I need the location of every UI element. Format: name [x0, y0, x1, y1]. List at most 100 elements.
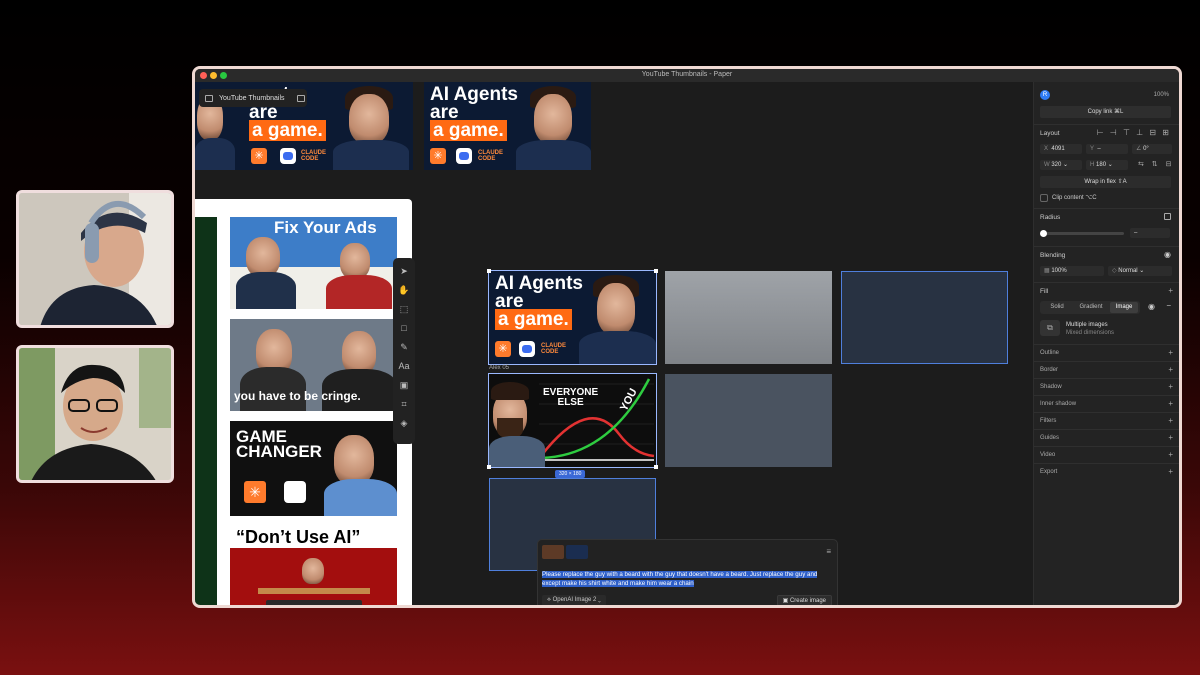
clip-content-label: Clip content ⌥C: [1052, 195, 1097, 201]
file-tab[interactable]: YouTube Thumbnails: [199, 89, 307, 107]
window-title: YouTube Thumbnails - Paper: [641, 71, 733, 78]
blend-mode-select[interactable]: ◇ Normal ⌄: [1108, 266, 1172, 276]
clip-content-checkbox[interactable]: [1040, 194, 1048, 202]
text-tool-icon[interactable]: Aa: [398, 360, 410, 372]
webcam-participant-2: [16, 345, 174, 483]
add-outline-icon[interactable]: +: [1168, 348, 1173, 357]
hand-tool-icon[interactable]: ✋: [398, 284, 410, 296]
image-placeholder-1[interactable]: [665, 271, 832, 364]
y-field[interactable]: Y –: [1086, 144, 1128, 154]
section-shadow[interactable]: Shadow: [1040, 384, 1173, 390]
frame-tool-icon[interactable]: ⬚: [398, 303, 410, 315]
selected-thumbnail-everyone-else[interactable]: EVERYONE ELSE YOU: [488, 373, 657, 468]
add-fill-icon[interactable]: +: [1168, 286, 1173, 295]
wrap-in-flex-button[interactable]: Wrap in flex ⇧A: [1040, 176, 1171, 188]
app-logo-icon: [280, 148, 296, 164]
x-field[interactable]: X 4091: [1040, 144, 1082, 154]
selected-thumbnail-ai-agents[interactable]: AI Agents are a game. ✳ CLAUDE CODE: [488, 270, 657, 365]
fill-type-tabs: Solid Gradient Image: [1040, 301, 1140, 314]
section-outline[interactable]: Outline: [1040, 350, 1173, 356]
claude-logo-icon: ✳: [430, 148, 446, 164]
crop-tool-icon[interactable]: ⌗: [398, 398, 410, 410]
app-logo-icon: [519, 341, 535, 357]
pen-tool-icon[interactable]: ✎: [398, 341, 410, 353]
tab-solid[interactable]: Solid: [1042, 302, 1072, 313]
width-field[interactable]: W 320 ⌄: [1040, 160, 1082, 170]
section-inner-shadow[interactable]: Inner shadow: [1040, 401, 1173, 407]
multiple-images-icon[interactable]: ⧉: [1040, 320, 1060, 336]
image-placeholder-2[interactable]: [665, 374, 832, 467]
properties-panel: R 100% Copy link ⌘L Layout ⊢ ⊣ ⊤ ⊥ ⊟ ⊞ X…: [1033, 82, 1179, 605]
thumbnail-board[interactable]: Fix Your Ads you have to be cringe. GAME…: [195, 199, 412, 605]
thumbnail-dont-use-ai[interactable]: “Don’t Use AI”: [230, 524, 397, 605]
store-logo-icon: [284, 481, 306, 503]
add-inner-shadow-icon[interactable]: +: [1168, 399, 1173, 408]
radius-label: Radius: [1040, 214, 1061, 221]
frame-caption: Alex 05: [489, 365, 510, 371]
zoom-level[interactable]: 100%: [1154, 92, 1169, 98]
fill-label: Fill: [1040, 288, 1049, 295]
remove-fill-icon[interactable]: −: [1166, 301, 1171, 310]
prompt-textarea[interactable]: Please replace the guy with a beard with…: [542, 570, 825, 588]
claude-logo-icon: ✳: [251, 148, 267, 164]
selection-handle[interactable]: [654, 465, 658, 469]
radius-slider[interactable]: [1040, 230, 1124, 237]
thumbnail-top-2[interactable]: AI Agents are a game. ✳ CLAUDE CODE: [424, 82, 591, 170]
empty-frame-1[interactable]: [841, 271, 1008, 364]
section-export[interactable]: Export: [1040, 469, 1173, 475]
thumbnail-cringe[interactable]: you have to be cringe.: [230, 319, 397, 411]
thumbnail-game-changer[interactable]: GAME CHANGER ✳: [230, 421, 397, 516]
avatar[interactable]: R: [1040, 90, 1050, 100]
design-canvas[interactable]: gents are a game. ✳ CLAUDE CODE YouTube …: [195, 82, 1033, 605]
corner-radius-icon[interactable]: [1164, 213, 1171, 220]
slider-thumb[interactable]: [1040, 230, 1047, 237]
add-export-icon[interactable]: +: [1168, 467, 1173, 476]
blending-label: Blending: [1040, 252, 1066, 259]
height-field[interactable]: H 180 ⌄: [1086, 160, 1128, 170]
frame-icon: [205, 94, 213, 102]
image-tool-icon[interactable]: ▣: [398, 379, 410, 391]
thumbnail-title: AI Agents are a game.: [495, 273, 583, 330]
add-video-icon[interactable]: +: [1168, 450, 1173, 459]
sidebar-toggle-icon[interactable]: [296, 94, 305, 102]
radius-field[interactable]: –: [1130, 228, 1170, 238]
cropped-thumbnail-strip: [195, 217, 217, 605]
menu-icon[interactable]: ≡: [826, 547, 831, 556]
webcam-participant-1: [16, 190, 174, 328]
add-guide-icon[interactable]: +: [1168, 433, 1173, 442]
reference-image-thumb[interactable]: [542, 545, 564, 559]
selection-handle[interactable]: [487, 269, 491, 273]
add-border-icon[interactable]: +: [1168, 365, 1173, 374]
add-filter-icon[interactable]: +: [1168, 416, 1173, 425]
tools-toolbar: ➤ ✋ ⬚ □ ✎ Aa ▣ ⌗ ◈: [393, 258, 415, 444]
component-tool-icon[interactable]: ◈: [398, 417, 410, 429]
align-icons[interactable]: ⊢ ⊣ ⊤ ⊥ ⊟ ⊞: [1097, 128, 1171, 137]
add-shadow-icon[interactable]: +: [1168, 382, 1173, 391]
copy-link-button[interactable]: Copy link ⌘L: [1040, 106, 1171, 118]
rectangle-tool-icon[interactable]: □: [398, 322, 410, 334]
model-selector[interactable]: ⟡ OpenAI Image 2 ⌄: [542, 595, 606, 605]
tab-image[interactable]: Image: [1110, 302, 1138, 313]
rotation-field[interactable]: ∠ 0°: [1132, 144, 1172, 154]
create-image-button[interactable]: ▣ Create image: [776, 595, 832, 605]
reference-image-thumb[interactable]: [566, 545, 588, 559]
fill-note-primary: Multiple images: [1066, 322, 1108, 328]
constraint-icons[interactable]: ⇆ ⇅ ⊟: [1138, 160, 1175, 168]
section-guides[interactable]: Guides: [1040, 435, 1173, 441]
thumbnail-title: AI Agents are a game.: [430, 84, 518, 141]
section-border[interactable]: Border: [1040, 367, 1173, 373]
select-tool-icon[interactable]: ➤: [398, 265, 410, 277]
fill-visibility-icon[interactable]: ◉: [1148, 302, 1155, 311]
thumbnail-fix-your-ads[interactable]: Fix Your Ads: [230, 217, 397, 309]
selection-handle[interactable]: [654, 269, 658, 273]
dimension-badge: 320 × 180: [555, 470, 586, 478]
app-logo-icon: [456, 148, 472, 164]
eye-icon[interactable]: ◉: [1164, 250, 1171, 259]
title-bar: YouTube Thumbnails - Paper: [195, 69, 1179, 82]
claude-logo-icon: ✳: [244, 481, 266, 503]
selection-handle[interactable]: [487, 465, 491, 469]
section-video[interactable]: Video: [1040, 452, 1173, 458]
section-filters[interactable]: Filters: [1040, 418, 1173, 424]
opacity-field[interactable]: ▦ 100%: [1040, 266, 1104, 276]
tab-gradient[interactable]: Gradient: [1074, 302, 1108, 313]
